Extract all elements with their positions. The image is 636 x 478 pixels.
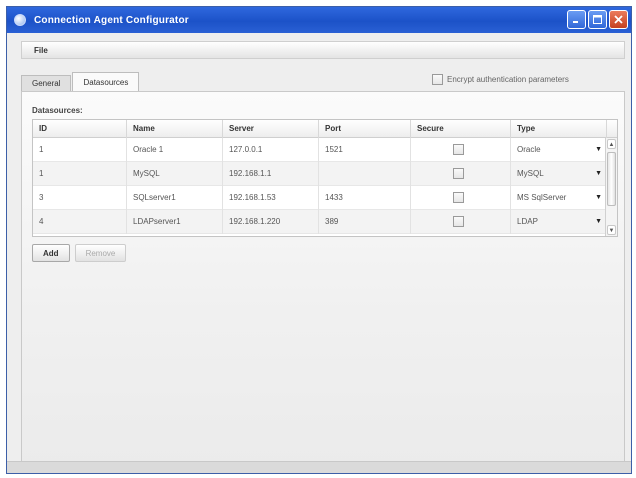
dropdown-arrow-icon[interactable]: ▼ (595, 138, 602, 162)
table-header: ID Name Server Port Secure Type (33, 120, 617, 138)
title-bar[interactable]: Connection Agent Configurator (7, 7, 631, 33)
cell-server[interactable]: 192.168.1.220 (223, 210, 319, 234)
table-row[interactable]: 1 Oracle 1 127.0.0.1 1521 Oracle ▼ (33, 138, 617, 162)
cell-secure (411, 210, 511, 234)
scroll-thumb[interactable] (607, 152, 616, 206)
cell-id: 1 (33, 162, 127, 186)
column-header-id[interactable]: ID (33, 120, 127, 138)
close-button[interactable] (609, 10, 628, 29)
secure-checkbox[interactable] (453, 192, 464, 203)
scroll-down-icon[interactable]: ▼ (607, 225, 616, 235)
tab-bar: General Datasources (21, 69, 140, 91)
type-value: LDAP (517, 217, 538, 226)
column-header-name[interactable]: Name (127, 120, 223, 138)
window-controls (567, 10, 628, 29)
encrypt-label: Encrypt authentication parameters (447, 75, 569, 84)
maximize-icon (593, 15, 602, 24)
cell-server[interactable]: 192.168.1.53 (223, 186, 319, 210)
encrypt-checkbox[interactable] (432, 74, 443, 85)
cell-secure (411, 186, 511, 210)
dropdown-arrow-icon[interactable]: ▼ (595, 186, 602, 210)
column-header-port[interactable]: Port (319, 120, 411, 138)
dropdown-arrow-icon[interactable]: ▼ (595, 162, 602, 186)
secure-checkbox[interactable] (453, 144, 464, 155)
app-window: Connection Agent Configurator File Gener… (6, 6, 632, 474)
tab-datasources[interactable]: Datasources (72, 72, 140, 91)
cell-name[interactable]: LDAPserver1 (127, 210, 223, 234)
maximize-button[interactable] (588, 10, 607, 29)
datasources-table: ID Name Server Port Secure Type 1 Oracle… (32, 119, 618, 237)
cell-server[interactable]: 127.0.0.1 (223, 138, 319, 162)
cell-secure (411, 138, 511, 162)
table-row[interactable]: 1 MySQL 192.168.1.1 MySQL ▼ (33, 162, 617, 186)
column-header-server[interactable]: Server (223, 120, 319, 138)
remove-button[interactable]: Remove (74, 244, 127, 262)
type-value: Oracle (517, 145, 541, 154)
cell-id: 1 (33, 138, 127, 162)
table-row[interactable]: 4 LDAPserver1 192.168.1.220 389 LDAP ▼ (33, 210, 617, 234)
secure-checkbox[interactable] (453, 168, 464, 179)
cell-name[interactable]: SQLserver1 (127, 186, 223, 210)
type-value: MySQL (517, 169, 544, 178)
table-actions: Add Remove (32, 244, 127, 262)
cell-name[interactable]: Oracle 1 (127, 138, 223, 162)
close-icon (614, 15, 623, 24)
cell-port[interactable]: 389 (319, 210, 411, 234)
type-select[interactable]: MySQL ▼ (511, 162, 607, 186)
scroll-up-icon[interactable]: ▲ (607, 139, 616, 149)
add-button[interactable]: Add (32, 244, 70, 262)
dropdown-arrow-icon[interactable]: ▼ (595, 210, 602, 234)
app-icon (14, 14, 26, 26)
secure-checkbox[interactable] (453, 216, 464, 227)
status-bar (7, 461, 631, 473)
table-scrollbar[interactable]: ▲ ▼ (605, 138, 617, 236)
column-header-type[interactable]: Type (511, 120, 607, 138)
menu-bar: File (21, 41, 625, 59)
window-title: Connection Agent Configurator (34, 14, 189, 26)
cell-id: 4 (33, 210, 127, 234)
cell-secure (411, 162, 511, 186)
minimize-button[interactable] (567, 10, 586, 29)
minimize-icon (573, 21, 578, 23)
cell-port[interactable] (319, 162, 411, 186)
type-select[interactable]: MS SqlServer ▼ (511, 186, 607, 210)
type-select[interactable]: Oracle ▼ (511, 138, 607, 162)
type-select[interactable]: LDAP ▼ (511, 210, 607, 234)
table-row[interactable]: 3 SQLserver1 192.168.1.53 1433 MS SqlSer… (33, 186, 617, 210)
cell-port[interactable]: 1521 (319, 138, 411, 162)
cell-id: 3 (33, 186, 127, 210)
cell-server[interactable]: 192.168.1.1 (223, 162, 319, 186)
type-value: MS SqlServer (517, 193, 567, 202)
tab-general[interactable]: General (21, 75, 72, 91)
column-header-secure[interactable]: Secure (411, 120, 511, 138)
datasources-section-label: Datasources: (32, 106, 83, 115)
encrypt-option: Encrypt authentication parameters (432, 74, 569, 85)
cell-port[interactable]: 1433 (319, 186, 411, 210)
menu-file[interactable]: File (22, 46, 60, 55)
datasources-panel: Datasources: ID Name Server Port Secure … (21, 91, 625, 467)
cell-name[interactable]: MySQL (127, 162, 223, 186)
